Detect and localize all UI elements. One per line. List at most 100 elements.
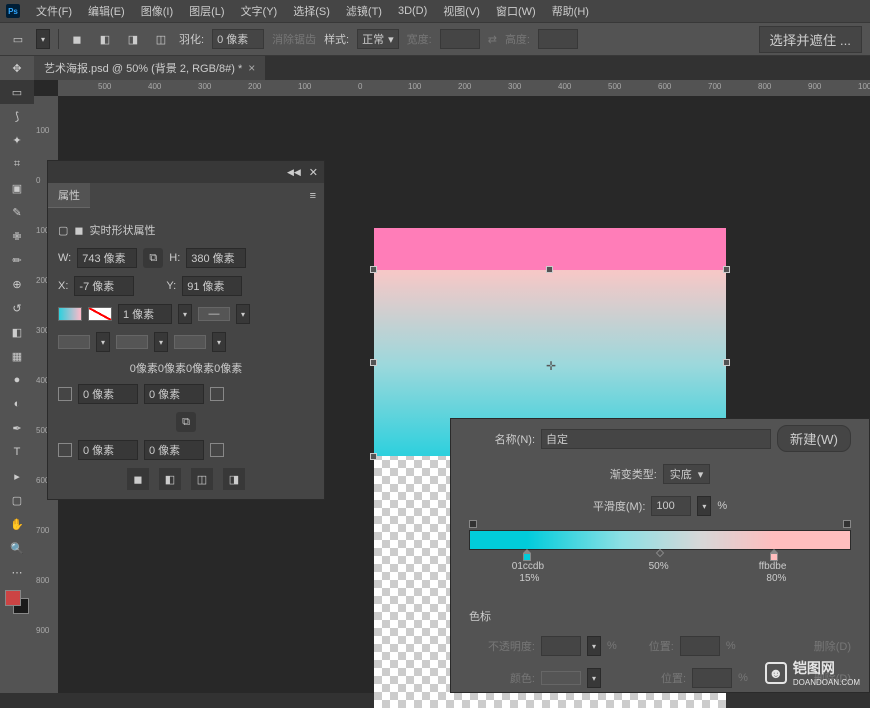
menu-filter[interactable]: 滤镜(T) — [338, 0, 390, 22]
close-panel-icon[interactable]: ✕ — [309, 166, 318, 179]
cpos-input — [692, 668, 732, 688]
pathop-intersect-icon[interactable]: ◫ — [191, 468, 213, 490]
gradient-bar[interactable]: 01ccdb 15% 50% ffbdbe 80% — [469, 530, 851, 550]
sel-sub-icon[interactable]: ◨ — [123, 31, 143, 47]
cap-dropdown[interactable]: ▾ — [96, 332, 110, 352]
close-icon[interactable]: × — [248, 61, 255, 75]
width-field[interactable] — [77, 248, 137, 268]
handle-mr[interactable] — [723, 359, 730, 366]
menu-edit[interactable]: 编辑(E) — [80, 0, 133, 22]
stamp-tool[interactable]: ⊕ — [0, 272, 34, 296]
link-corners-icon[interactable]: ⧉ — [176, 412, 196, 432]
eraser-tool[interactable]: ◧ — [0, 320, 34, 344]
type-tool[interactable]: T — [0, 440, 34, 464]
corner-tr-field[interactable] — [144, 384, 204, 404]
pathop-combine-icon[interactable]: ◼ — [127, 468, 149, 490]
style-select[interactable]: 正常▾ — [357, 29, 399, 49]
color-swatch[interactable] — [5, 590, 29, 614]
frame-tool[interactable]: ▣ — [0, 176, 34, 200]
new-gradient-button[interactable]: 新建(W) — [777, 425, 851, 452]
cap-square-icon[interactable] — [58, 335, 90, 349]
menu-file[interactable]: 文件(F) — [28, 0, 80, 22]
corner-br-field[interactable] — [144, 440, 204, 460]
hand-tool[interactable]: ✋ — [0, 512, 34, 536]
gradient-name-input[interactable] — [541, 429, 771, 449]
center-anchor-icon[interactable]: ✛ — [546, 359, 556, 373]
pathop-subtract-icon[interactable]: ◧ — [159, 468, 181, 490]
gradient-tool[interactable]: ▦ — [0, 344, 34, 368]
stroke-swatch[interactable] — [88, 307, 112, 321]
smooth-input[interactable] — [651, 496, 691, 516]
fill-swatch[interactable] — [58, 307, 82, 321]
shape-tool[interactable]: ▢ — [0, 488, 34, 512]
y-field[interactable] — [182, 276, 242, 296]
wand-tool[interactable]: ✦ — [0, 128, 34, 152]
history-brush-tool[interactable]: ↺ — [0, 296, 34, 320]
pen-tool[interactable]: ✒ — [0, 416, 34, 440]
path-select-tool[interactable]: ▸ — [0, 464, 34, 488]
menu-image[interactable]: 图像(I) — [133, 0, 181, 22]
lasso-tool[interactable]: ⟆ — [0, 104, 34, 128]
tool-preset-dropdown[interactable]: ▾ — [36, 29, 50, 49]
join-dropdown[interactable]: ▾ — [154, 332, 168, 352]
handle-tl[interactable] — [370, 266, 377, 273]
sel-add-icon[interactable]: ◧ — [95, 31, 115, 47]
stop-mid-pos: 50% — [649, 561, 669, 572]
blur-tool[interactable]: ● — [0, 368, 34, 392]
shape-props-title: ▢ ◼ 实时形状属性 — [58, 222, 314, 238]
edit-toolbar[interactable]: ⋯ — [0, 560, 34, 584]
gradtype-select[interactable]: 实底▾ — [663, 464, 711, 484]
opacity-stop-right[interactable] — [843, 520, 851, 528]
stroke-width-field[interactable] — [118, 304, 172, 324]
dodge-tool[interactable]: ◐ — [0, 392, 34, 416]
align-dropdown[interactable]: ▾ — [212, 332, 226, 352]
x-field[interactable] — [74, 276, 134, 296]
handle-tr[interactable] — [723, 266, 730, 273]
properties-tab[interactable]: 属性 — [48, 183, 90, 208]
foreground-color[interactable] — [5, 590, 21, 606]
menu-3d[interactable]: 3D(D) — [390, 2, 435, 20]
menu-help[interactable]: 帮助(H) — [544, 0, 597, 22]
stroke-type-dropdown[interactable]: ▾ — [236, 304, 250, 324]
gradient-editor: 名称(N): 新建(W) 渐变类型: 实底▾ 平滑度(M): ▾ % 01ccd… — [450, 418, 870, 693]
height-field[interactable] — [186, 248, 246, 268]
feather-input[interactable] — [212, 29, 264, 49]
handle-tc[interactable] — [546, 266, 553, 273]
move-tool[interactable]: ✥ — [0, 56, 34, 80]
align-stroke-icon[interactable] — [174, 335, 206, 349]
stroke-type[interactable]: — — [198, 307, 230, 321]
link-wh-icon[interactable]: ⧉ — [143, 248, 163, 268]
document-tab[interactable]: 艺术海报.psd @ 50% (背景 2, RGB/8#) * × — [34, 56, 265, 80]
marquee-tool[interactable]: ▭ — [0, 80, 34, 104]
join-miter-icon[interactable] — [116, 335, 148, 349]
menu-view[interactable]: 视图(V) — [435, 0, 488, 22]
gradtype-label: 渐变类型: — [610, 466, 657, 482]
menu-type[interactable]: 文字(Y) — [233, 0, 286, 22]
pathop-exclude-icon[interactable]: ◨ — [223, 468, 245, 490]
crop-tool[interactable]: ⌗ — [0, 152, 34, 176]
zoom-tool[interactable]: 🔍 — [0, 536, 34, 560]
brush-tool[interactable]: ✏ — [0, 248, 34, 272]
menu-window[interactable]: 窗口(W) — [488, 0, 544, 22]
collapse-icon[interactable]: ◀◀ — [287, 167, 301, 178]
menu-select[interactable]: 选择(S) — [285, 0, 338, 22]
stroke-width-dropdown[interactable]: ▾ — [178, 304, 192, 324]
heal-tool[interactable]: ✙ — [0, 224, 34, 248]
select-mask-button[interactable]: 选择并遮住 ... — [759, 26, 862, 53]
panel-menu-icon[interactable]: ≡ — [310, 190, 324, 202]
eyedropper-tool[interactable]: ✎ — [0, 200, 34, 224]
sel-new-icon[interactable]: ◼ — [67, 31, 87, 47]
name-label: 名称(N): — [469, 431, 535, 447]
menu-layer[interactable]: 图层(L) — [181, 0, 232, 22]
opacity-stop-left[interactable] — [469, 520, 477, 528]
tool-preset-icon[interactable]: ▭ — [8, 31, 28, 47]
corner-bl-field[interactable] — [78, 440, 138, 460]
handle-ml[interactable] — [370, 359, 377, 366]
sel-intersect-icon[interactable]: ◫ — [151, 31, 171, 47]
corner-tl-field[interactable] — [78, 384, 138, 404]
handle-bl[interactable] — [370, 453, 377, 460]
corner-tr-icon — [210, 387, 224, 401]
color-stop-left[interactable] — [522, 549, 532, 561]
color-stop-right[interactable] — [769, 549, 779, 561]
smooth-dropdown[interactable]: ▾ — [697, 496, 711, 516]
